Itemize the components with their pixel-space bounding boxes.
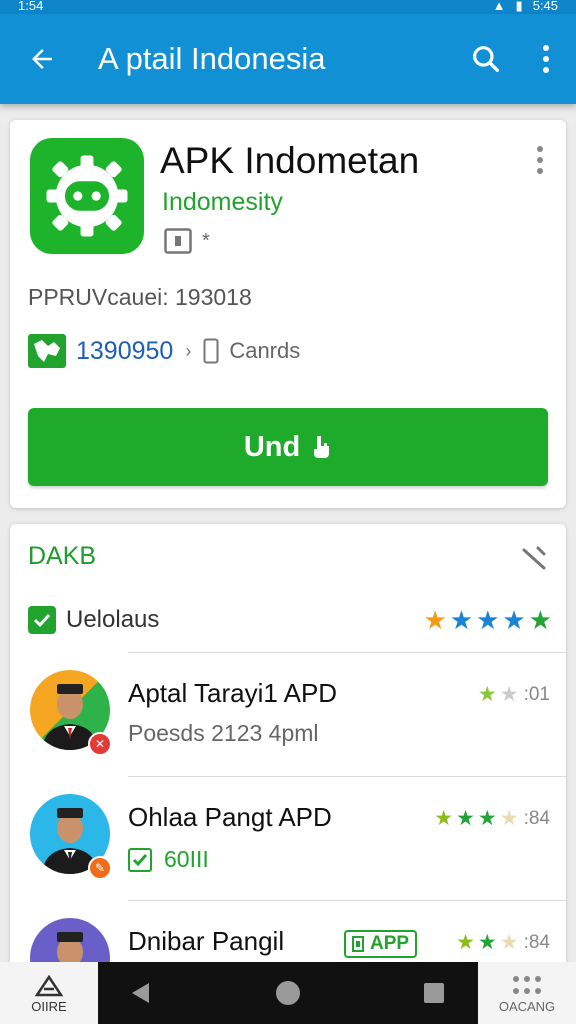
bottom-tab-categories[interactable]: OACANG [478,962,576,1024]
star-icon: ★ [502,605,526,635]
item-title: Ohlaa Pangt APD [128,802,332,832]
star-icon: ★ [499,807,519,830]
star-icon: ★ [499,931,519,954]
star-icon: ★ [477,683,497,706]
nav-home-button[interactable] [270,976,306,1010]
square-recents-icon [424,983,444,1003]
install-label: Und [243,430,301,463]
list-item[interactable]: ✕ Aptal Tarayi1 APD Poesds 2123 4pml ★ ★… [10,656,566,778]
app-name: APK Indometan [160,140,420,181]
star-icon: ★ [476,605,500,635]
divider [128,900,566,901]
status-badge: ✕ [88,732,112,756]
item-subtitle-text: 60III [164,846,209,872]
search-button[interactable] [456,14,516,104]
star-rating: ★ ★ ★ ★ ★ [423,607,552,633]
content-rating-row: * [164,228,210,254]
more-vert-icon [543,45,549,73]
section-title: DAKB [28,542,97,570]
back-button[interactable] [0,14,84,104]
check-icon [33,613,51,628]
map-icon [28,334,66,368]
star-icon: ★ [477,807,497,830]
star-icon: ★ [477,931,497,954]
apk-icon [352,936,364,952]
bottom-tab-home[interactable]: OIIRE [0,962,98,1024]
separator-icon: › [185,340,192,361]
nav-recents-button[interactable] [416,976,452,1010]
category-label[interactable]: Canrds [229,338,300,364]
battery-icon: ▮ [515,0,523,13]
related-apps-card: DAKB Uelolaus ★ ★ ★ ★ ★ ✕ Aptal Tarayi1 … [10,524,566,994]
install-button[interactable]: Und [28,408,548,486]
bottom-tab-home-label: OIIRE [31,998,67,1014]
hand-pointer-icon [314,436,330,458]
divider [128,652,566,653]
bottom-tab-categories-label: OACANG [498,998,556,1014]
card-overflow-button[interactable] [528,142,552,178]
section-collapse-button[interactable] [518,542,550,574]
app-icon[interactable] [30,138,144,254]
arrow-left-icon [32,49,52,69]
content-rating-icon [164,228,192,254]
rating-value: :01 [523,684,550,705]
app-tag: APP [344,930,418,958]
version-text: PPRUVcauei: 193018 [28,284,252,310]
item-rating: ★ ★ ★ :84 [456,932,550,954]
more-vert-icon [537,146,543,174]
filter-row[interactable]: Uelolaus ★ ★ ★ ★ ★ [28,606,552,634]
system-nav-bar: OIIRE OACANG [0,962,576,1024]
star-icon: ★ [449,605,474,635]
item-rating: ★ ★ ★ ★ :84 [434,808,550,830]
list-item[interactable]: ✎ Ohlaa Pangt APD 60III ★ ★ ★ ★ :84 [10,780,566,902]
star-icon: ★ [434,807,454,830]
status-bar: 1:54 ▲ ▮ 5:45 [0,0,576,14]
triangle-back-icon [132,983,149,1003]
item-subtitle: 60III [128,846,209,873]
star-icon: ★ [499,683,519,706]
item-rating: ★ ★ :01 [478,684,550,706]
checkbox[interactable] [28,606,56,634]
star-icon: ★ [456,807,475,830]
more-options-button[interactable] [516,14,576,104]
status-badge: ✎ [88,856,112,880]
status-right-text: 5:45 [532,0,558,13]
rating-value: :84 [523,808,550,829]
divider [128,776,566,777]
download-count: 1390950 [76,336,174,365]
search-icon [473,46,500,73]
close-icon [522,546,546,570]
page-title: A ptail Indonesia [98,41,326,76]
filter-label: Uelolaus [66,606,160,633]
nav-back-button[interactable] [122,976,158,1010]
gear-robot-icon [46,155,128,237]
star-icon: ★ [528,605,552,635]
circle-home-icon [276,981,300,1005]
star-icon: ★ [423,605,447,635]
rating-value: :84 [523,932,550,953]
status-time: 1:54 [18,0,44,13]
app-stats: 1390950 › Canrds [28,334,300,368]
checkbox-icon [128,847,152,872]
developer-link[interactable]: Indomesity [162,188,283,217]
app-tag-text: APP [370,933,410,954]
item-title: Aptal Tarayi1 APD [128,678,338,708]
signal-icon: ▲ [492,0,506,13]
star-icon: ★ [456,931,475,954]
app-info-card: APK Indometan Indomesity * PPRUVcauei: 1… [10,120,566,508]
item-title: Dnibar Pangil [128,926,285,956]
status-icons: ▲ ▮ 5:45 [493,0,558,14]
item-subtitle: Poesds 2123 4pml [128,720,319,746]
phone-icon [203,338,219,364]
badge-text: * [202,229,210,252]
app-bar: A ptail Indonesia [0,14,576,104]
grid-icon [513,975,541,994]
home-icon [34,974,64,996]
check-icon [132,853,148,866]
